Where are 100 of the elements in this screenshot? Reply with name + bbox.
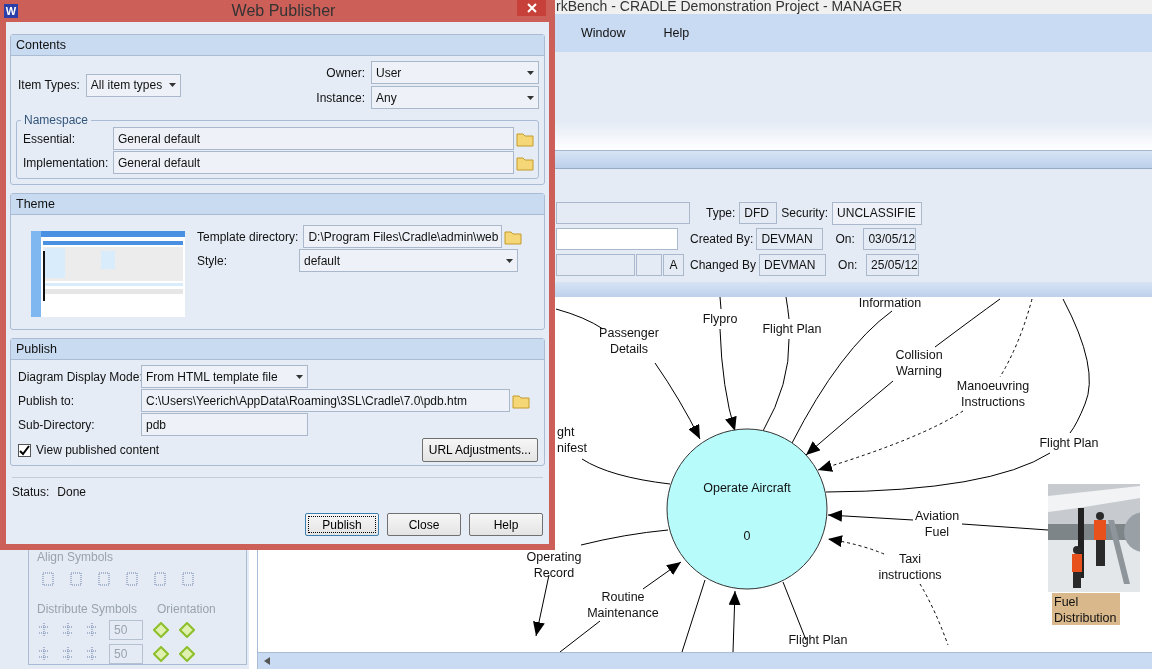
text-field[interactable] [556,202,690,225]
field-label: Owner: [325,65,366,80]
caret-icon [506,258,513,263]
flow-label: Operating Record [526,550,582,580]
changed-by-field[interactable]: DEVMAN [759,254,827,277]
scroll-left-icon[interactable] [264,657,270,665]
caret-icon [296,374,303,379]
flow-label: Information [858,297,922,310]
field-label: Essential: [22,131,77,146]
owner-dropdown[interactable]: User [371,61,539,84]
caret-icon [168,83,176,87]
template-directory-field[interactable]: D:\Program Files\Cradle\admin\web [303,225,503,248]
flow-label: Flight Plan [1039,436,1099,450]
process-name: Operate Aircraft [703,481,791,495]
style-dropdown[interactable]: default [299,249,518,272]
folder-icon[interactable] [516,130,534,147]
field-label: On: [834,232,856,247]
distribute-icon[interactable] [61,647,75,661]
dialog-button[interactable]: Close [387,513,461,536]
align-icon[interactable] [125,572,139,586]
field-label: Diagram Display Mode: [18,369,139,384]
group-heading: Distribute Symbols [37,602,138,616]
process-number: 0 [743,529,751,543]
namespace-field[interactable]: General default [113,151,514,174]
flow-label: Collision Warning [895,348,943,378]
folder-icon[interactable] [516,154,534,171]
folder-icon[interactable] [504,228,523,245]
field-label: Implementation: [22,155,110,170]
flow-label: Flight Plan [762,322,822,336]
security-dropdown[interactable]: UNCLASSIFIE [832,201,923,225]
flow-label: Aviation Fuel [914,509,960,539]
flow-label: Taxi instructions [878,552,942,582]
created-by-field[interactable]: DEVMAN [756,228,824,251]
rotate-icon[interactable] [179,622,195,638]
close-icon [526,3,537,13]
close-button[interactable] [517,0,546,16]
dialog-button[interactable]: Publish [305,513,379,536]
checkbox-label: View published content [36,443,160,457]
flow-label: Flight Plan [788,633,848,647]
flow-label: Routine Maintenance [587,590,659,620]
flag-field[interactable]: A [663,254,684,277]
distribute-icon[interactable] [37,623,51,637]
text-field[interactable] [556,228,678,251]
distribute-icon[interactable] [85,623,99,637]
distribute-icon[interactable] [85,647,99,661]
flow-label: Flypro [702,312,738,326]
checkbox[interactable] [18,443,31,457]
group-heading: Align Symbols [37,550,115,564]
align-icon[interactable] [153,572,167,586]
status-label: Status: [12,485,50,499]
group-heading: Orientation [157,602,216,616]
item-types-dropdown[interactable]: All item types [85,73,181,97]
url-adjustments-button[interactable]: URL Adjustments... [421,438,538,462]
align-icon[interactable] [97,572,111,586]
distribute-icon[interactable] [37,647,51,661]
external-entity-label: Fuel Distribution [1052,593,1120,625]
dialog-button[interactable]: Help [469,513,543,536]
field-label: Item Types: [17,78,81,92]
window-title: rkBench - CRADLE Demonstration Project - MANAGER [556,0,903,14]
group-legend: Namespace [21,113,92,127]
created-date-field[interactable]: 03/05/12 [863,228,917,251]
distribute-icon[interactable] [61,623,75,637]
app-icon: W [4,4,18,18]
scroll-bar[interactable] [258,652,1152,669]
text-field[interactable] [556,254,635,277]
field-label: On: [837,258,859,273]
caret-icon [527,70,534,75]
field-label: Changed By [690,258,758,273]
status-value: Done [57,485,87,499]
rotate-icon[interactable] [179,646,195,662]
flow-arrow [728,590,741,652]
rotate-icon[interactable] [153,646,169,662]
flow-label: Manoeuvring Instructions [956,379,1030,409]
field-label: Created By: [690,232,755,247]
group-heading: Publish [11,339,544,360]
group-heading: Theme [11,194,544,215]
publish-to-field[interactable]: C:\Users\Yeerich\AppData\Roaming\3SL\Cradle\7.0\pdb.htm [141,389,510,412]
changed-date-field[interactable]: 25/05/12 [866,254,920,277]
field-label: Security: [780,206,830,221]
align-icon[interactable] [69,572,83,586]
namespace-field[interactable]: General default [113,127,514,150]
menu-item[interactable]: Window [581,25,626,40]
flow-label: Passenger Details [599,326,659,356]
caret-icon [527,95,534,100]
dialog-title: Web Publisher [231,2,336,20]
text-field[interactable] [636,254,662,277]
display-mode-dropdown[interactable]: From HTML template file [141,365,308,388]
menu-item[interactable]: Help [663,25,690,40]
group-heading: Contents [11,35,544,56]
align-icon[interactable] [181,572,195,586]
folder-icon[interactable] [512,392,530,409]
field-label: Instance: [315,90,366,105]
field-label: Template directory: [197,229,300,244]
rotate-icon[interactable] [153,622,169,638]
type-field[interactable]: DFD [739,202,778,225]
sub-directory-field[interactable]: pdb [141,413,308,436]
instance-dropdown[interactable]: Any [371,86,539,109]
flow-label: ght nifest [557,425,587,455]
align-icon[interactable] [41,572,55,586]
field-label: Type: [705,206,737,221]
